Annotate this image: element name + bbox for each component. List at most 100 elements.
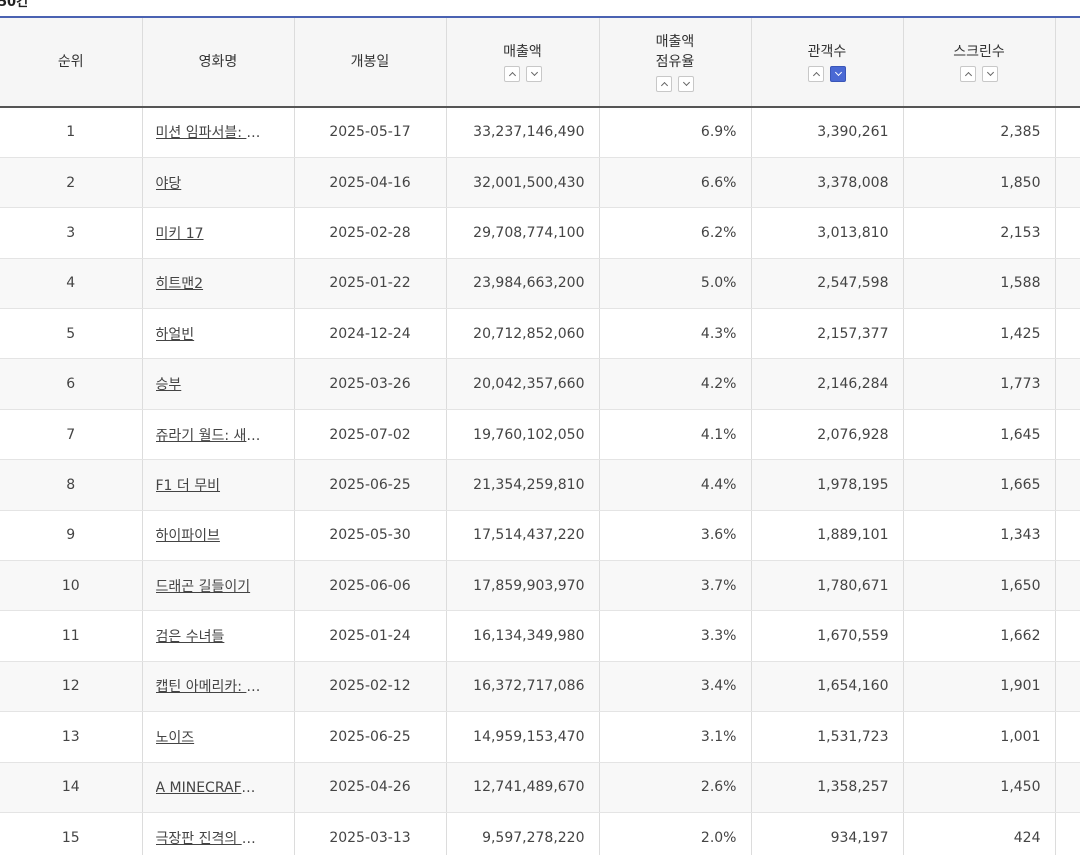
open-date-cell: 2025-01-22	[294, 258, 447, 310]
col-header-share: 매출액 점유율	[599, 18, 752, 108]
col-header-open-date: 개봉일	[294, 18, 447, 108]
sort-screens-asc-button[interactable]	[960, 66, 976, 82]
next-column-cell	[1055, 308, 1080, 360]
col-header-rank: 순위	[0, 18, 143, 108]
share-cell: 6.9%	[599, 107, 752, 158]
table-row: 14A MINECRAFT MOVIE 마인크래프트 무비2025-04-261…	[0, 762, 1080, 813]
audience-cell: 1,531,723	[751, 711, 904, 763]
movie-title-link[interactable]: 히트맨2	[156, 273, 264, 293]
movie-title-link[interactable]: 검은 수녀들	[156, 626, 264, 646]
table-row: 11 검은 수녀들 2025-01-24 16,134,349,980 3.3% 1,67…	[0, 610, 1080, 662]
screens-cell: 1,645	[903, 409, 1056, 461]
movie-title-link[interactable]: 쥬라기 월드: 새로운 시작	[156, 425, 264, 445]
next-column-cell	[1055, 510, 1080, 562]
screens-cell: 1,425	[903, 308, 1056, 360]
sales-cell: 20,042,357,660	[446, 358, 600, 410]
sales-cell: 17,514,437,220	[446, 510, 600, 562]
next-column-cell	[1055, 409, 1080, 461]
sort-share-desc-button[interactable]	[678, 76, 694, 92]
next-column-cell	[1055, 107, 1080, 158]
table-row: 8 F1 더 무비 2025-06-25 21,354,259,810 4.4% 1,97…	[0, 459, 1080, 511]
open-date-cell: 2025-07-02	[294, 409, 447, 461]
share-cell: 4.4%	[599, 459, 752, 511]
next-column-cell	[1055, 812, 1080, 855]
movie-title-link[interactable]: 드래곤 길들이기	[156, 576, 264, 596]
movie-title-link[interactable]: 야당	[156, 173, 264, 193]
sort-sales-desc-button[interactable]	[525, 66, 542, 82]
sales-cell: 23,984,663,200	[446, 258, 600, 310]
share-cell: 3.6%	[599, 510, 752, 562]
screens-cell: 1,665	[903, 459, 1056, 511]
open-date-cell: 2025-04-16	[294, 157, 447, 209]
share-cell: 3.1%	[599, 711, 752, 763]
col-header-sales: 매출액	[446, 18, 600, 108]
movie-title-link[interactable]: A MINECRAFT MOVIE 마인크래프트 무비	[156, 777, 264, 797]
movie-title-link[interactable]: 하이파이브	[156, 525, 264, 545]
rank-cell: 2	[0, 157, 143, 209]
table-row: 13 노이즈 2025-06-25 14,959,153,470 3.1% 1,531,7…	[0, 711, 1080, 763]
sales-cell: 19,760,102,050	[446, 409, 600, 461]
audience-cell: 2,157,377	[751, 308, 904, 360]
screens-cell: 1,001	[903, 711, 1056, 763]
sales-cell: 21,354,259,810	[446, 459, 600, 511]
movie-title-link[interactable]: 캡틴 아메리카: 브레이브 뉴 월드	[156, 676, 264, 696]
title-cell: A MINECRAFT MOVIE 마인크래프트 무비	[142, 762, 295, 813]
movie-title-link[interactable]: 승부	[156, 374, 264, 394]
next-column-cell	[1055, 258, 1080, 310]
audience-cell: 2,547,598	[751, 258, 904, 310]
sales-cell: 9,597,278,220	[446, 812, 600, 855]
open-date-cell: 2024-12-24	[294, 308, 447, 360]
next-column-cell	[1055, 157, 1080, 209]
movie-title-link[interactable]: 극장판 진격의 거인 완결편 더 라스트 어택	[156, 828, 264, 848]
sort-sales-asc-button[interactable]	[503, 66, 520, 82]
table-row: 2 야당 2025-04-16 32,001,500,430 6.6% 3,378,008…	[0, 157, 1080, 209]
title-cell: 미키 17	[142, 207, 295, 259]
movie-title-link[interactable]: 미키 17	[156, 223, 264, 243]
audience-cell: 1,670,559	[751, 610, 904, 662]
audience-cell: 1,654,160	[751, 661, 904, 713]
sales-cell: 20,712,852,060	[446, 308, 600, 360]
screens-cell: 1,901	[903, 661, 1056, 713]
screens-cell: 1,588	[903, 258, 1056, 310]
screens-cell: 1,343	[903, 510, 1056, 562]
open-date-cell: 2025-04-26	[294, 762, 447, 813]
movie-title-link[interactable]: 미션 임파서블: 파이널 레코닝	[156, 122, 264, 142]
open-date-cell: 2025-05-17	[294, 107, 447, 158]
share-cell: 3.4%	[599, 661, 752, 713]
title-cell: 캡틴 아메리카: 브레이브 뉴 월드	[142, 661, 295, 713]
movie-title-link[interactable]: 노이즈	[156, 727, 264, 747]
next-column-cell	[1055, 459, 1080, 511]
sort-share-asc-button[interactable]	[656, 76, 672, 92]
audience-cell: 1,889,101	[751, 510, 904, 562]
rank-cell: 8	[0, 459, 143, 511]
col-header-audience: 관객수	[751, 18, 904, 108]
share-cell: 4.1%	[599, 409, 752, 461]
audience-cell: 2,146,284	[751, 358, 904, 410]
share-cell: 6.2%	[599, 207, 752, 259]
title-cell: 노이즈	[142, 711, 295, 763]
next-column-cell	[1055, 762, 1080, 813]
share-cell: 4.3%	[599, 308, 752, 360]
sales-cell: 12,741,489,670	[446, 762, 600, 813]
next-column-cell	[1055, 560, 1080, 612]
sort-screens-desc-button[interactable]	[982, 66, 998, 82]
screens-cell: 1,850	[903, 157, 1056, 209]
title-cell: 야당	[142, 157, 295, 209]
rank-cell: 9	[0, 510, 143, 562]
table-row: 15 극장판 진격의 거인 완결편 더 라스트 어택 2025-03-139,597…	[0, 812, 1080, 855]
sort-audience-desc-button[interactable]	[830, 66, 846, 82]
sort-audience-asc-button[interactable]	[808, 66, 824, 82]
rank-cell: 10	[0, 560, 143, 612]
sales-cell: 32,001,500,430	[446, 157, 600, 209]
open-date-cell: 2025-03-26	[294, 358, 447, 410]
open-date-cell: 2025-06-25	[294, 459, 447, 511]
screens-cell: 2,153	[903, 207, 1056, 259]
open-date-cell: 2025-05-30	[294, 510, 447, 562]
audience-cell: 1,780,671	[751, 560, 904, 612]
movie-title-link[interactable]: 하얼빈	[156, 324, 264, 344]
rank-cell: 1	[0, 107, 143, 158]
movie-title-link[interactable]: F1 더 무비	[156, 475, 264, 495]
next-column-cell	[1055, 610, 1080, 662]
title-cell: 미션 임파서블: 파이널 레코닝	[142, 107, 295, 158]
title-cell: 검은 수녀들	[142, 610, 295, 662]
